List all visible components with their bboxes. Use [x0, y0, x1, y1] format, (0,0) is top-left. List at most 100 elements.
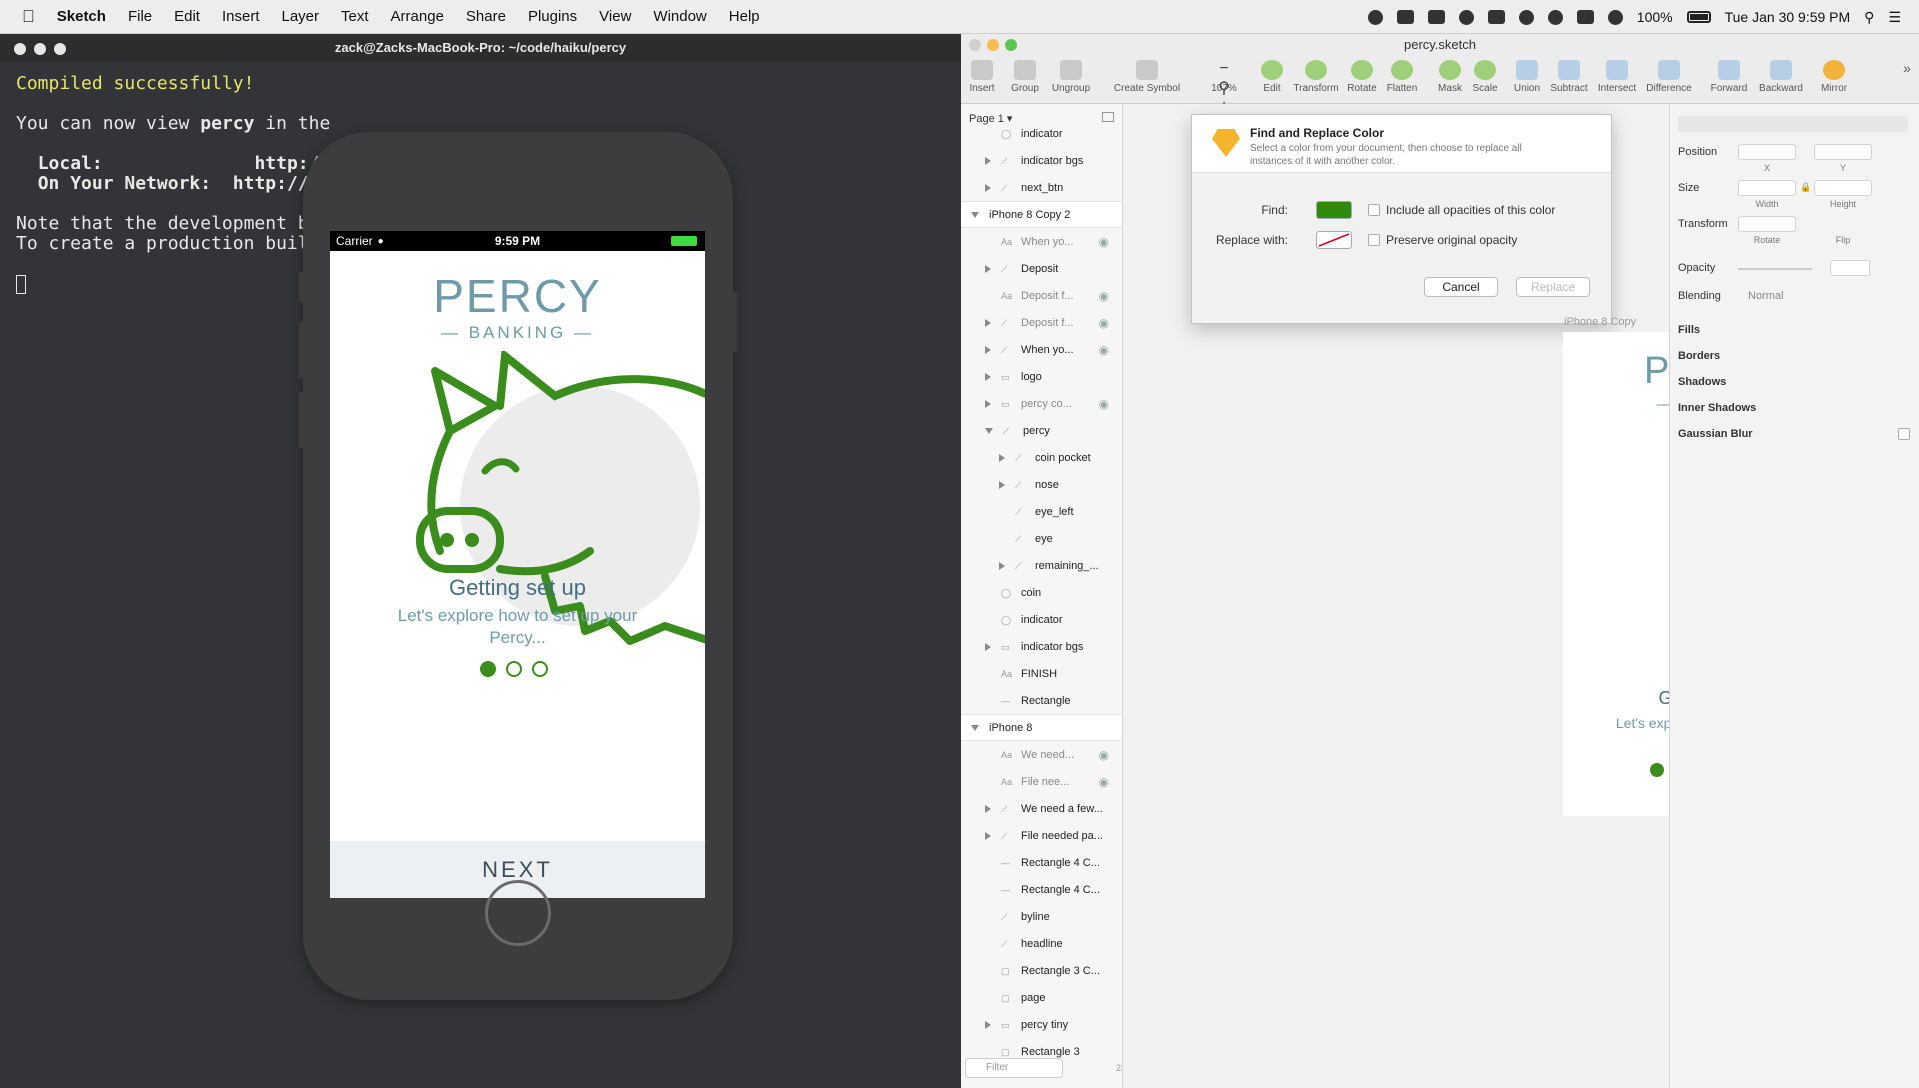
layer-row[interactable]: ▭ indicator bgs — [961, 633, 1122, 660]
menubar-clock[interactable]: Tue Jan 30 9:59 PM — [1725, 9, 1851, 25]
lock-icon[interactable] — [1458, 9, 1474, 25]
layer-row[interactable]: ▢ page — [961, 984, 1122, 1011]
layer-row[interactable]: ▭ percy tiny — [961, 1011, 1122, 1038]
layer-row[interactable]: ⟋ remaining_... — [961, 552, 1122, 579]
visibility-eye-icon[interactable]: ◉ — [1099, 316, 1109, 330]
layer-row[interactable]: ▢ Rectangle 3 C... — [961, 957, 1122, 984]
close-icon[interactable] — [14, 43, 26, 55]
wifi-icon[interactable] — [1607, 9, 1623, 25]
layer-row[interactable]: ⟋ File needed pa... — [961, 822, 1122, 849]
airplay-icon[interactable] — [1576, 10, 1594, 24]
include-opacities-checkbox[interactable] — [1368, 204, 1380, 216]
disclosure-closed-icon[interactable] — [999, 561, 1005, 570]
visibility-eye-icon[interactable]: ◉ — [1099, 343, 1109, 357]
scale-button[interactable]: Scale — [1469, 60, 1501, 94]
layer-row[interactable]: ⟋ coin pocket — [961, 444, 1122, 471]
terminal-output[interactable]: Compiled successfully! You can now view … — [16, 74, 341, 294]
rotate-button[interactable]: Rotate — [1345, 60, 1379, 94]
zoom-icon[interactable] — [1005, 39, 1017, 51]
menu-arrange[interactable]: Arrange — [391, 8, 444, 25]
shadows-section[interactable]: Shadows — [1678, 376, 1726, 388]
layer-row[interactable]: ⟋ eye_left — [961, 498, 1122, 525]
layer-row[interactable]: ⟋ nose — [961, 471, 1122, 498]
disclosure-closed-icon[interactable] — [985, 318, 991, 327]
position-y-input[interactable] — [1814, 144, 1872, 160]
borders-section[interactable]: Borders — [1678, 350, 1720, 362]
layer-row[interactable]: Aa Deposit f... ◉ — [961, 282, 1122, 309]
menu-share[interactable]: Share — [466, 8, 506, 25]
minimize-icon[interactable] — [987, 39, 999, 51]
sketch-titlebar[interactable]: percy.sketch — [961, 34, 1919, 56]
disclosure-closed-icon[interactable] — [985, 264, 991, 273]
visibility-eye-icon[interactable]: ◉ — [1099, 775, 1109, 789]
layer-row[interactable]: ⟋ byline — [961, 903, 1122, 930]
width-input[interactable] — [1738, 180, 1796, 196]
apple-icon[interactable]:  — [22, 7, 35, 27]
disclosure-closed-icon[interactable] — [985, 156, 991, 165]
gaussian-blur-section[interactable]: Gaussian Blur — [1678, 428, 1753, 440]
transform-button[interactable]: Transform — [1291, 60, 1341, 94]
disclosure-closed-icon[interactable] — [985, 804, 991, 813]
ungroup-button[interactable]: Ungroup — [1049, 60, 1093, 94]
layer-row[interactable]: ◯ indicator — [961, 120, 1122, 147]
layer-row[interactable]: Aa File nee... ◉ — [961, 768, 1122, 795]
bluetooth-icon[interactable] — [1547, 9, 1563, 25]
layer-row[interactable]: ◯ coin — [961, 579, 1122, 606]
disclosure-closed-icon[interactable] — [985, 183, 991, 192]
layer-row[interactable]: ⟋ Deposit — [961, 255, 1122, 282]
zoom-icon[interactable] — [54, 43, 66, 55]
toolbar-overflow-icon[interactable]: » — [1901, 60, 1913, 76]
layer-row[interactable]: ▭ percy co... ◉ — [961, 390, 1122, 417]
menu-plugins[interactable]: Plugins — [528, 8, 577, 25]
edit-button[interactable]: Edit — [1257, 60, 1287, 94]
disclosure-closed-icon[interactable] — [999, 453, 1005, 462]
zoom-control[interactable]: − ⚲ +107% — [1201, 60, 1247, 115]
close-icon[interactable] — [969, 39, 981, 51]
layer-row[interactable]: iPhone 8 Copy 2 — [961, 201, 1122, 228]
menu-text[interactable]: Text — [341, 8, 369, 25]
position-x-input[interactable] — [1738, 144, 1796, 160]
create-symbol-button[interactable]: Create Symbol — [1109, 60, 1185, 94]
group-button[interactable]: Group — [1007, 60, 1043, 94]
layer-filter-input[interactable]: Filter 23 — [965, 1058, 1122, 1078]
union-button[interactable]: Union — [1511, 60, 1543, 94]
layer-row[interactable]: iPhone 8 — [961, 714, 1122, 741]
flatten-button[interactable]: Flatten — [1383, 60, 1421, 94]
mask-button[interactable]: Mask — [1435, 60, 1465, 94]
menu-layer[interactable]: Layer — [282, 8, 320, 25]
creative-cloud-icon[interactable] — [1396, 10, 1414, 24]
disclosure-closed-icon[interactable] — [985, 831, 991, 840]
replace-color-swatch[interactable] — [1316, 231, 1352, 249]
layer-row[interactable]: — Rectangle 4 C... — [961, 876, 1122, 903]
opacity-input[interactable] — [1830, 260, 1870, 276]
layer-row[interactable]: ⟋ headline — [961, 930, 1122, 957]
menu-view[interactable]: View — [599, 8, 631, 25]
replace-button[interactable]: Replace — [1516, 277, 1590, 297]
fills-section[interactable]: Fills — [1678, 324, 1700, 336]
mirror-button[interactable]: Mirror — [1815, 60, 1853, 94]
layer-row[interactable]: ▭ logo — [961, 363, 1122, 390]
cloud-dark-icon[interactable] — [1487, 10, 1505, 24]
layer-row[interactable]: ⟋ next_btn — [961, 174, 1122, 201]
disclosure-closed-icon[interactable] — [985, 345, 991, 354]
layer-row[interactable]: ◯ indicator — [961, 606, 1122, 633]
layer-row[interactable]: ⟋ We need a few... — [961, 795, 1122, 822]
difference-button[interactable]: Difference — [1643, 60, 1695, 94]
notification-center-icon[interactable]: ☰ — [1888, 9, 1901, 26]
visibility-eye-icon[interactable]: ◉ — [1099, 289, 1109, 303]
subtract-button[interactable]: Subtract — [1547, 60, 1591, 94]
visibility-eye-icon[interactable]: ◉ — [1099, 397, 1109, 411]
layer-row[interactable]: ⟋ When yo... ◉ — [961, 336, 1122, 363]
blending-select[interactable]: Normal — [1748, 290, 1783, 302]
disclosure-closed-icon[interactable] — [985, 372, 991, 381]
menu-edit[interactable]: Edit — [174, 8, 200, 25]
cloud-icon[interactable] — [1427, 10, 1445, 24]
forward-button[interactable]: Forward — [1707, 60, 1751, 94]
menu-file[interactable]: File — [128, 8, 152, 25]
record-icon[interactable] — [1367, 9, 1383, 25]
disclosure-closed-icon[interactable] — [999, 480, 1005, 489]
disclosure-closed-icon[interactable] — [985, 642, 991, 651]
menu-insert[interactable]: Insert — [222, 8, 260, 25]
disclosure-open-icon[interactable] — [971, 724, 979, 731]
page-indicator-dot[interactable] — [532, 661, 548, 677]
